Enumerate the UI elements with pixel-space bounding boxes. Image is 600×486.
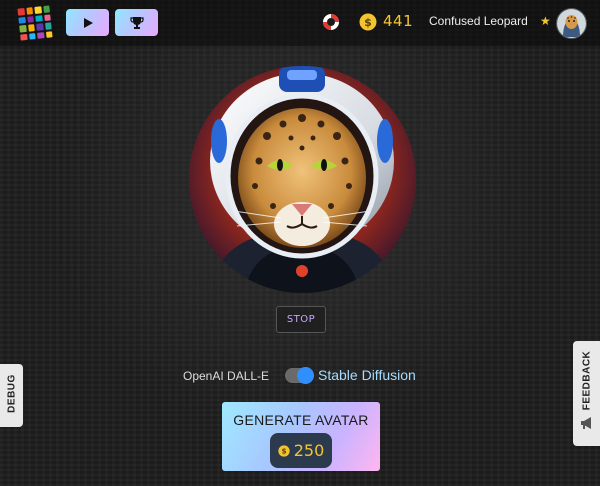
coin-icon: $ <box>278 444 290 457</box>
play-button[interactable] <box>66 9 109 36</box>
logo-tile <box>26 15 34 23</box>
tile-grid-logo[interactable] <box>17 5 53 41</box>
leopard-astronaut-portrait <box>189 66 416 293</box>
coin-balance: 441 <box>383 12 414 30</box>
model-toggle[interactable] <box>285 367 314 384</box>
lifebuoy-icon[interactable] <box>321 12 341 32</box>
logo-tile <box>43 13 51 22</box>
generate-avatar-button[interactable]: GENERATE AVATAR $ 250 <box>222 402 380 471</box>
logo-tile <box>18 16 26 24</box>
leaderboard-button[interactable] <box>115 9 158 36</box>
generate-cost: 250 <box>293 441 325 460</box>
model-option-stable-diffusion[interactable]: Stable Diffusion <box>318 367 416 383</box>
avatar[interactable] <box>556 8 587 39</box>
logo-tile <box>42 5 50 13</box>
logo-tile <box>25 7 34 15</box>
coin-icon: $ <box>359 13 377 31</box>
username[interactable]: Confused Leopard <box>429 14 528 28</box>
logo-tile <box>45 30 53 38</box>
user-star-badge: ★ <box>540 14 551 28</box>
model-option-dalle[interactable]: OpenAI DALL-E <box>183 369 269 383</box>
svg-text:$: $ <box>281 446 286 455</box>
logo-tile <box>36 31 45 39</box>
logo-tile <box>27 24 35 32</box>
generate-avatar-label: GENERATE AVATAR <box>233 412 369 428</box>
toggle-knob <box>297 367 314 384</box>
feedback-tab[interactable]: FEEDBACK <box>573 341 600 446</box>
logo-tile <box>34 6 42 14</box>
debug-label: DEBUG <box>6 374 18 413</box>
logo-tile <box>36 23 44 31</box>
generate-cost-badge: $ 250 <box>270 433 332 468</box>
logo-tile <box>19 24 27 33</box>
logo-tile <box>35 14 43 22</box>
logo-tile <box>44 22 52 30</box>
stop-button[interactable]: STOP <box>276 306 326 333</box>
avatar-preview <box>189 66 416 293</box>
logo-tile <box>28 32 36 40</box>
logo-tile <box>20 33 28 41</box>
top-bar: $ 441 Confused Leopard ★ <box>0 0 600 46</box>
play-icon <box>83 17 93 28</box>
megaphone-icon <box>581 417 591 429</box>
svg-text:$: $ <box>364 16 372 29</box>
trophy-icon <box>129 16 144 29</box>
feedback-label: FEEDBACK <box>581 350 593 411</box>
logo-tile <box>17 8 25 16</box>
debug-tab[interactable]: DEBUG <box>0 364 23 427</box>
